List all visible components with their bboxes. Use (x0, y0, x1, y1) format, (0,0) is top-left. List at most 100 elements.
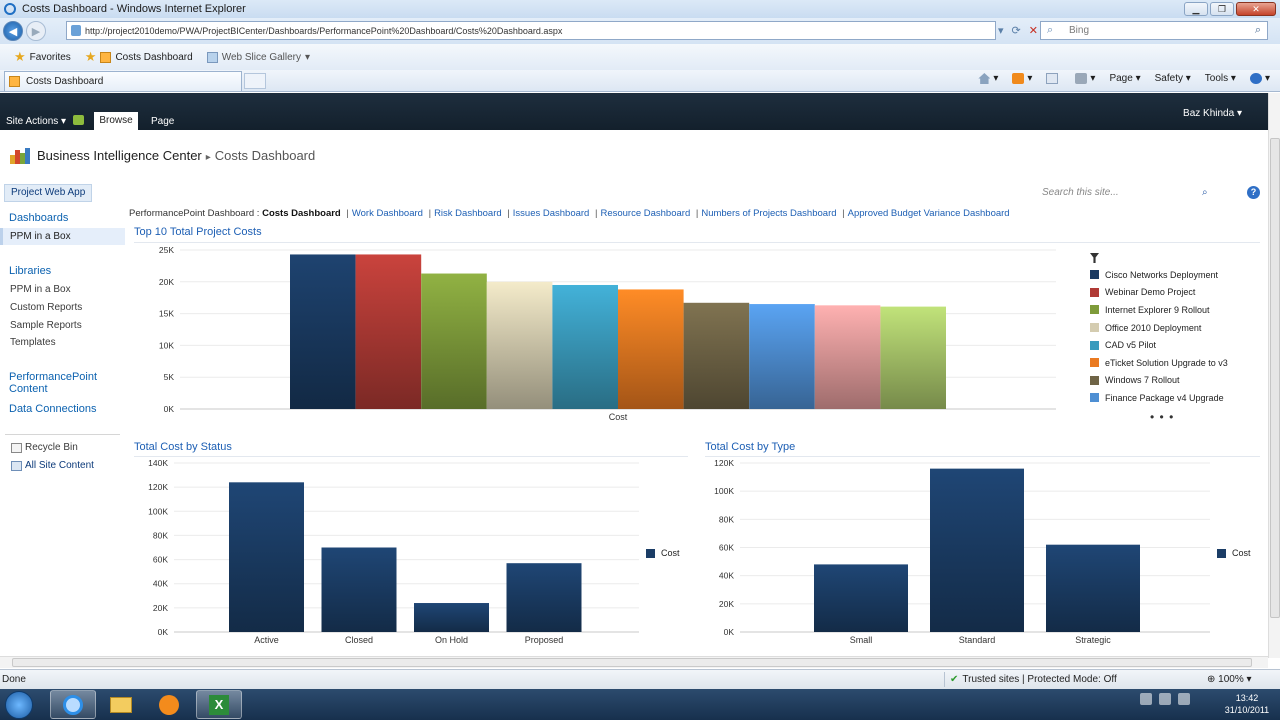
fav-link-costs-dashboard[interactable]: ★ Costs Dashboard (85, 49, 193, 65)
tab-page[interactable]: Page (151, 116, 174, 127)
ql-libraries[interactable]: Libraries (9, 265, 51, 277)
tab-browse[interactable]: Browse (94, 112, 138, 130)
dash-nav-budget[interactable]: Approved Budget Variance Dashboard (848, 208, 1010, 219)
print-button[interactable]: ▾ (1075, 73, 1095, 84)
flag-icon[interactable] (1140, 693, 1152, 705)
search-site-input[interactable]: Search this site... (1040, 184, 1220, 202)
start-button[interactable] (5, 691, 33, 719)
dash-nav-prefix: PerformancePoint Dashboard : (129, 208, 260, 219)
bar (321, 547, 397, 632)
site-actions-menu[interactable]: Site Actions ▾ (6, 116, 66, 127)
ie-logo-icon (4, 3, 16, 15)
breadcrumb-arrow-icon: ▸ (205, 152, 211, 163)
back-button[interactable]: ◀ (3, 21, 23, 41)
close-window-button[interactable]: ✕ (1236, 2, 1276, 16)
status-legend: Cost (646, 548, 680, 558)
refresh-icon[interactable]: ⟳ (1012, 24, 1021, 37)
dash-nav-resource[interactable]: Resource Dashboard (600, 208, 690, 219)
taskbar-explorer[interactable] (98, 690, 144, 719)
legend-item[interactable]: CAD v5 Pilot (1090, 336, 1260, 354)
legend-swatch (1090, 375, 1099, 385)
y-tick-label: 0K (164, 404, 175, 414)
help-menu[interactable]: ▾ (1249, 73, 1270, 84)
ql-ppm-in-a-box-selected[interactable]: PPM in a Box (10, 231, 71, 242)
top-nav-project-web-app[interactable]: Project Web App (4, 184, 93, 202)
feeds-button[interactable]: ▾ (1012, 73, 1032, 84)
dash-nav-issues[interactable]: Issues Dashboard (513, 208, 590, 219)
clock-date: 31/10/2011 (1224, 705, 1270, 715)
mail-button[interactable] (1046, 73, 1061, 84)
favorites-button[interactable]: ★ Favorites (14, 49, 71, 65)
zone-label: Trusted sites | Protected Mode: Off (962, 674, 1117, 685)
window-titlebar: Costs Dashboard - Windows Internet Explo… (0, 0, 1280, 18)
legend-item[interactable]: eTicket Solution Upgrade to v3 (1090, 354, 1260, 372)
tools-menu[interactable]: Tools ▾ (1205, 73, 1236, 84)
y-tick-label: 5K (164, 372, 175, 382)
address-input[interactable]: http://project2010demo/PWA/ProjectBICent… (66, 21, 996, 40)
minimize-button[interactable]: ▁ (1184, 2, 1208, 16)
legend-label: CAD v5 Pilot (1105, 340, 1157, 351)
fav-link-web-slice-gallery[interactable]: Web Slice Gallery ▾ (206, 51, 311, 63)
horizontal-scrollbar[interactable] (0, 656, 1268, 668)
taskbar-excel[interactable]: X (196, 690, 242, 719)
scrollbar-thumb[interactable] (12, 658, 1252, 667)
ql-data-connections[interactable]: Data Connections (9, 403, 96, 415)
legend-item[interactable]: Windows 7 Rollout (1090, 372, 1260, 390)
safety-menu-label: Safety (1154, 73, 1183, 85)
dash-nav-projects[interactable]: Numbers of Projects Dashboard (701, 208, 836, 219)
stop-icon[interactable]: ✕ (1029, 24, 1038, 37)
ql-templates[interactable]: Templates (10, 337, 56, 348)
page-menu[interactable]: Page ▾ (1109, 73, 1140, 84)
help-icon[interactable]: ? (1247, 186, 1260, 199)
new-tab-button[interactable] (244, 73, 266, 89)
legend-item[interactable]: Webinar Demo Project (1090, 284, 1260, 302)
search-icon[interactable]: ⌕ (1202, 187, 1208, 198)
forward-button[interactable]: ▶ (26, 21, 46, 41)
ql-recycle-bin[interactable]: Recycle Bin (25, 442, 78, 453)
legend-item[interactable]: Office 2010 Deployment (1090, 319, 1260, 337)
y-tick-label: 0K (158, 627, 169, 637)
dash-nav-risk[interactable]: Risk Dashboard (434, 208, 502, 219)
volume-icon[interactable] (1178, 693, 1190, 705)
legend-item[interactable]: Finance Package v4 Upgrade (1090, 389, 1260, 407)
chevron-down-icon: ▾ (305, 51, 311, 63)
user-menu[interactable]: Baz Khinda ▾ (1183, 108, 1242, 119)
dash-nav-work[interactable]: Work Dashboard (352, 208, 423, 219)
taskbar-ie[interactable] (50, 690, 96, 719)
search-icon[interactable]: ⌕ (1255, 24, 1261, 37)
browser-tab[interactable]: Costs Dashboard (4, 71, 242, 91)
dash-nav-separator: | (594, 208, 598, 219)
network-icon[interactable] (1159, 693, 1171, 705)
ql-all-site-content[interactable]: All Site Content (25, 460, 94, 471)
page-favicon-icon (71, 25, 81, 36)
legend-more-icon[interactable]: • • • (1150, 410, 1174, 424)
search-input[interactable]: ⌕ Bing ⌕ (1040, 21, 1268, 40)
zoom-level[interactable]: ⊕ 100% ▾ (1207, 674, 1252, 685)
ql-custom-reports[interactable]: Custom Reports (10, 302, 82, 313)
breadcrumb-site-link[interactable]: Business Intelligence Center (37, 148, 202, 163)
dash-nav-current: Costs Dashboard (262, 208, 341, 219)
y-tick-label: 80K (719, 514, 734, 524)
clock[interactable]: 13:42 31/10/2011 (1220, 692, 1274, 716)
ql-ppm-in-a-box[interactable]: PPM in a Box (10, 284, 71, 295)
web-slice-icon (206, 51, 218, 63)
dropdown-arrow-icon[interactable]: ▾ (998, 24, 1004, 37)
legend-item[interactable]: Cisco Networks Deployment (1090, 266, 1260, 284)
scrollbar-thumb[interactable] (1270, 138, 1280, 618)
maximize-button[interactable]: ❐ (1210, 2, 1234, 16)
x-tick-label: Active (254, 635, 279, 645)
ql-sample-reports[interactable]: Sample Reports (10, 320, 82, 331)
legend-item[interactable]: Internet Explorer 9 Rollout (1090, 301, 1260, 319)
filter-icon[interactable] (1090, 253, 1099, 263)
ql-dashboards[interactable]: Dashboards (9, 212, 68, 224)
safety-menu[interactable]: Safety ▾ (1155, 73, 1191, 84)
taskbar-media-player[interactable] (146, 690, 192, 719)
security-zone[interactable]: ✔ Trusted sites | Protected Mode: Off (950, 674, 1117, 685)
navigate-up-icon[interactable] (73, 115, 84, 125)
home-button[interactable]: ▾ (978, 73, 998, 84)
ql-performancepoint-content[interactable]: PerformancePoint Content (9, 371, 97, 395)
vertical-scrollbar[interactable] (1268, 93, 1280, 658)
recycle-bin-icon (11, 443, 22, 453)
address-bar-row: ◀ ▶ http://project2010demo/PWA/ProjectBI… (0, 18, 1280, 44)
y-tick-label: 120K (714, 458, 734, 468)
